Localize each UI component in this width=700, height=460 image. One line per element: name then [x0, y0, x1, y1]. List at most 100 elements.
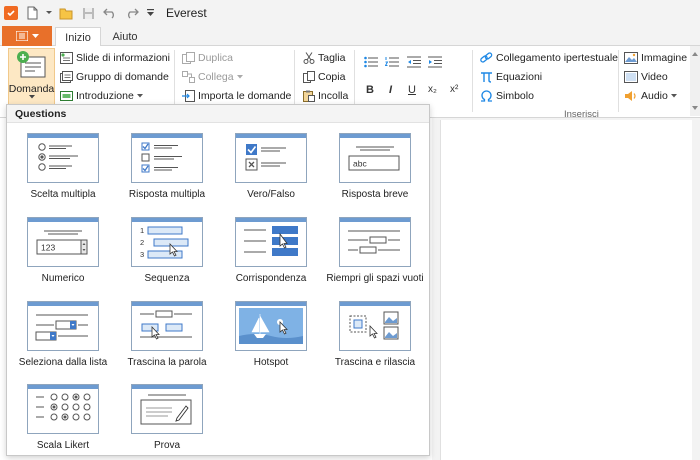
question-type-label: Corrispondenza — [235, 273, 307, 284]
numeric-icon: 123 — [27, 217, 99, 267]
equations-button[interactable]: Equazioni — [480, 71, 542, 83]
import-questions-button[interactable]: Importa le domande — [182, 90, 291, 102]
question-type-drag-and-drop[interactable]: Trascina e rilascia — [325, 301, 429, 381]
speaker-icon — [625, 91, 636, 101]
domanda-button[interactable]: Domanda — [8, 48, 55, 108]
increase-indent-icon[interactable] — [428, 56, 442, 68]
superscript-button[interactable]: x² — [450, 84, 458, 95]
ribbon-scrollbar[interactable] — [690, 46, 700, 116]
audio-button[interactable]: Audio — [624, 90, 677, 102]
question-type-short-answer[interactable]: abc Risposta breve — [325, 133, 429, 213]
question-type-numeric[interactable]: 123 Numerico — [13, 217, 117, 297]
duplicate-icon — [182, 52, 195, 64]
ribbon-separator — [618, 50, 619, 112]
question-type-essay[interactable]: Prova — [117, 384, 221, 460]
chevron-down-icon — [136, 94, 143, 98]
question-group-button[interactable]: Gruppo di domande — [60, 71, 169, 83]
scroll-down-icon — [692, 106, 698, 110]
question-type-label: Scelta multipla — [30, 189, 96, 200]
question-type-drag-words[interactable]: Trascina la parola — [117, 301, 221, 381]
matching-icon — [235, 217, 307, 267]
chevron-down-icon[interactable] — [46, 5, 52, 21]
copy-button[interactable]: Copia — [303, 71, 345, 83]
import-questions-label: Importa le domande — [198, 90, 292, 102]
sequence-icon: 1 2 3 — [131, 217, 203, 267]
video-button[interactable]: Video — [624, 71, 668, 83]
question-type-label: Trascina e rilascia — [334, 357, 416, 368]
domanda-label: Domanda — [8, 83, 55, 95]
intro-button[interactable]: Introduzione — [60, 90, 143, 102]
intro-icon — [60, 91, 73, 101]
question-type-label: Sequenza — [144, 273, 190, 284]
ribbon-tab-bar: Inizio Aiuto — [0, 26, 700, 47]
hotspot-icon — [235, 301, 307, 351]
question-type-label: Scala Likert — [36, 440, 90, 451]
save-icon[interactable] — [80, 5, 96, 21]
slide-info-button[interactable]: Slide di informazioni — [60, 52, 170, 64]
bullet-list-icon[interactable] — [364, 56, 378, 68]
link-button[interactable]: Collega — [182, 71, 243, 83]
question-type-multiple-response[interactable]: Risposta multipla — [117, 133, 221, 213]
duplicate-button[interactable]: Duplica — [182, 52, 233, 64]
intro-label: Introduzione — [76, 90, 134, 102]
cut-button[interactable]: Taglia — [303, 52, 345, 64]
question-type-sequence[interactable]: 1 2 3 Sequenza — [117, 217, 221, 297]
chevron-down-icon — [31, 33, 39, 38]
redo-icon[interactable] — [124, 5, 140, 21]
hyperlink-button[interactable]: Collegamento ipertestuale — [480, 52, 618, 64]
dropdown-header: Questions — [7, 105, 429, 123]
tab-home[interactable]: Inizio — [55, 27, 101, 47]
question-type-label: Trascina la parola — [127, 357, 207, 368]
question-group-icon — [60, 71, 73, 83]
question-type-label: Vero/Falso — [247, 189, 295, 200]
question-type-matching[interactable]: Corrispondenza — [221, 217, 325, 297]
open-folder-icon[interactable] — [58, 5, 74, 21]
decrease-indent-icon[interactable] — [407, 56, 421, 68]
app-logo-icon — [4, 6, 18, 20]
slide-info-label: Slide di informazioni — [76, 52, 170, 64]
question-type-true-false[interactable]: Vero/Falso — [221, 133, 325, 213]
chevron-down-icon — [670, 94, 677, 98]
image-button[interactable]: Immagine — [624, 52, 687, 64]
omega-icon — [481, 90, 492, 102]
equations-label: Equazioni — [496, 71, 543, 83]
hyperlink-label: Collegamento ipertestuale — [496, 52, 618, 64]
subscript-button[interactable]: x₂ — [428, 84, 437, 95]
title-bar: Everest — [0, 0, 700, 26]
bold-button[interactable]: B — [366, 84, 374, 96]
scroll-up-icon — [692, 52, 698, 56]
tab-help[interactable]: Aiuto — [106, 27, 144, 47]
file-menu-button[interactable] — [2, 26, 52, 46]
question-type-multiple-choice[interactable]: Scelta multipla — [13, 133, 117, 213]
question-type-select-from-list[interactable]: Seleziona dalla lista — [13, 301, 117, 381]
window-title: Everest — [166, 6, 207, 20]
chevron-down-icon — [236, 75, 243, 79]
copy-icon — [303, 71, 315, 83]
underline-button[interactable]: U — [408, 84, 416, 96]
symbol-button[interactable]: Simbolo — [480, 90, 534, 102]
italic-button[interactable]: I — [389, 84, 392, 96]
add-question-icon — [16, 51, 45, 78]
slide-canvas[interactable] — [440, 120, 692, 460]
ribbon-separator — [294, 50, 295, 112]
audio-label: Audio — [641, 90, 668, 102]
numeric-sample: 123 — [41, 243, 55, 253]
undo-icon[interactable] — [102, 5, 118, 21]
chevron-down-icon — [28, 95, 35, 99]
new-document-icon[interactable] — [24, 5, 40, 21]
symbol-label: Simbolo — [496, 90, 534, 102]
question-type-fill-in-blanks[interactable]: Riempri gli spazi vuoti — [325, 217, 429, 297]
import-icon — [182, 90, 195, 102]
question-type-label: Riempri gli spazi vuoti — [326, 273, 424, 284]
paste-icon — [303, 90, 315, 102]
hyperlink-icon — [480, 52, 493, 63]
numbered-list-icon[interactable] — [385, 56, 399, 68]
question-type-likert-scale[interactable]: Scala Likert — [13, 384, 117, 460]
question-type-hotspot[interactable]: Hotspot — [221, 301, 325, 381]
paste-button[interactable]: Incolla — [303, 90, 348, 102]
ribbon-separator — [174, 50, 175, 112]
paste-label: Incolla — [318, 90, 349, 102]
duplicate-label: Duplica — [198, 52, 234, 64]
copy-label: Copia — [318, 71, 346, 83]
customize-toolbar-icon[interactable] — [146, 5, 154, 21]
